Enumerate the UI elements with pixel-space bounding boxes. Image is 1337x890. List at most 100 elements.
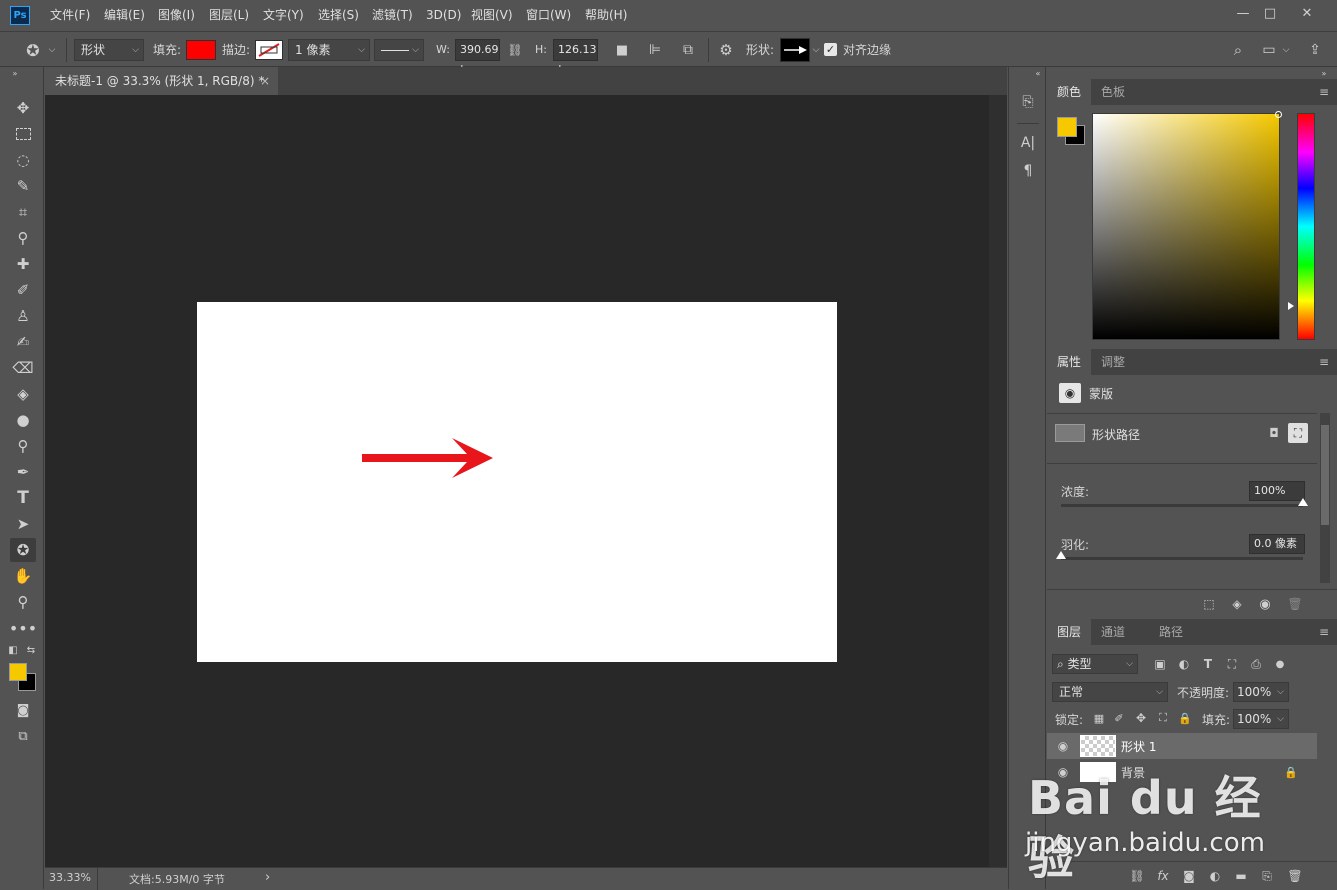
folder-icon[interactable]: ▬ [1231, 866, 1251, 886]
swap-colors-icon[interactable]: ⇆ [25, 644, 37, 656]
lock-pixels-icon[interactable]: ✐ [1111, 709, 1127, 727]
link-layers-icon[interactable]: ⛓ [1127, 866, 1147, 886]
red-arrow-shape[interactable] [362, 438, 493, 478]
menu-edit[interactable]: 编辑(E) [104, 0, 145, 31]
menu-help[interactable]: 帮助(H) [585, 0, 627, 31]
restore-button[interactable]: □ [1258, 4, 1282, 22]
opacity-field[interactable]: 100% ⌵ [1233, 682, 1289, 702]
crop-tool-icon[interactable]: ⌗ [10, 200, 36, 224]
properties-scrollbar[interactable] [1320, 413, 1330, 583]
color-picker-field[interactable] [1092, 111, 1282, 340]
trash-icon[interactable]: 🗑 [1285, 594, 1305, 614]
blend-mode-select[interactable]: 正常 ⌵ [1052, 682, 1168, 702]
healing-brush-tool-icon[interactable]: ✚ [10, 252, 36, 276]
eye-icon[interactable]: ◉ [1255, 594, 1275, 614]
path-alignment-icon[interactable]: ⊫ [646, 39, 664, 61]
menu-image[interactable]: 图像(I) [158, 0, 195, 31]
collapse-toolbar-icon[interactable]: » [8, 67, 22, 79]
tab-properties[interactable]: 属性 [1047, 349, 1092, 375]
path-arrangement-icon[interactable]: ⧉ [678, 39, 698, 61]
foreground-color-swatch[interactable] [9, 663, 27, 681]
add-vector-mask-icon[interactable]: ⛶ [1288, 423, 1308, 443]
paint-bucket-tool-icon[interactable]: ◈ [10, 382, 36, 406]
image-filter-icon[interactable]: ▣ [1151, 654, 1169, 674]
shape-path-thumbnail[interactable] [1055, 424, 1085, 442]
share-icon[interactable]: ⇪ [1304, 39, 1326, 61]
layer-row-shape-1[interactable]: ◉ 形状 1 [1047, 733, 1317, 759]
minimize-button[interactable]: — [1231, 4, 1255, 22]
type-tool-icon[interactable]: T [10, 486, 36, 510]
eyedropper-tool-icon[interactable]: ⚲ [10, 226, 36, 250]
adjustment-layer-icon[interactable]: ◐ [1205, 866, 1225, 886]
lock-artboard-icon[interactable]: ⛶ [1155, 709, 1171, 727]
tab-swatches[interactable]: 色板 [1091, 79, 1135, 105]
chevron-down-icon[interactable]: ⌵ [810, 39, 822, 61]
panel-menu-icon[interactable]: ≡ [1319, 85, 1329, 99]
layer-style-icon[interactable]: fx [1153, 866, 1173, 886]
pen-tool-icon[interactable]: ✒ [10, 460, 36, 484]
tab-paths[interactable]: 路径 [1149, 619, 1193, 645]
dodge-tool-icon[interactable]: ⚲ [10, 434, 36, 458]
zoom-level[interactable]: 33.33% [49, 871, 91, 884]
align-edges-checkbox[interactable]: ✓ [824, 43, 837, 56]
menu-layer[interactable]: 图层(L) [209, 0, 249, 31]
type-filter-icon[interactable]: T [1199, 654, 1217, 674]
stroke-width-select[interactable]: 1 像素 ⌵ [288, 39, 370, 61]
hand-tool-icon[interactable]: ✋ [10, 564, 36, 588]
eraser-tool-icon[interactable]: ⌫ [10, 356, 36, 380]
path-operations-icon[interactable]: ■ [613, 39, 631, 61]
lock-all-icon[interactable]: 🔒 [1177, 709, 1193, 727]
load-selection-icon[interactable]: ⬚ [1199, 594, 1219, 614]
panel-foreground-color[interactable] [1057, 117, 1077, 137]
feather-slider-handle[interactable] [1056, 551, 1066, 559]
panel-menu-icon[interactable]: ≡ [1319, 625, 1329, 639]
menu-view[interactable]: 视图(V) [471, 0, 513, 31]
trash-icon[interactable]: 🗑 [1285, 866, 1305, 886]
apply-mask-icon[interactable]: ◈ [1227, 594, 1247, 614]
panel-menu-icon[interactable]: ≡ [1319, 355, 1329, 369]
tab-layers[interactable]: 图层 [1047, 619, 1092, 645]
document-info[interactable]: 文档:5.93M/0 字节 [129, 871, 225, 887]
height-field[interactable]: 126.13 | [553, 39, 598, 76]
menu-filter[interactable]: 滤镜(T) [372, 0, 413, 31]
custom-shape-tool-icon[interactable]: ✪ [10, 538, 36, 562]
quick-mask-icon[interactable]: ◙ [10, 698, 36, 722]
menu-window[interactable]: 窗口(W) [526, 0, 571, 31]
lasso-tool-icon[interactable]: ◌ [10, 148, 36, 172]
layer-fill-field[interactable]: 100% ⌵ [1233, 709, 1289, 729]
close-tab-icon[interactable]: × [260, 67, 270, 95]
document-tab[interactable]: 未标题-1 @ 33.3% (形状 1, RGB/8) * × [45, 67, 278, 95]
hue-slider-handle[interactable] [1288, 302, 1294, 310]
history-panel-icon[interactable]: ⎘ [1017, 91, 1039, 113]
add-mask-icon[interactable]: ◙ [1179, 866, 1199, 886]
tab-adjustments[interactable]: 调整 [1091, 349, 1135, 375]
menu-file[interactable]: 文件(F) [50, 0, 90, 31]
feather-field[interactable]: 0.0 像素 [1249, 534, 1305, 554]
new-layer-icon[interactable]: ⎘ [1257, 866, 1277, 886]
collapse-dock-icon[interactable]: » [1317, 67, 1331, 79]
brush-tool-icon[interactable]: ✐ [10, 278, 36, 302]
document-canvas[interactable] [197, 302, 837, 662]
zoom-tool-icon[interactable]: ⚲ [10, 590, 36, 614]
tab-channels[interactable]: 通道 [1091, 619, 1135, 645]
history-brush-tool-icon[interactable]: ✍ [10, 330, 36, 354]
paragraph-panel-icon[interactable]: ¶ [1017, 160, 1039, 182]
eye-icon[interactable]: ◉ [1053, 737, 1073, 755]
smart-object-filter-icon[interactable]: ⎙ [1247, 654, 1265, 674]
move-tool-icon[interactable]: ✥ [10, 96, 36, 120]
default-colors-icon[interactable]: ◧ [7, 644, 19, 656]
path-selection-tool-icon[interactable]: ➤ [10, 512, 36, 536]
more-tools-icon[interactable]: ••• [9, 616, 37, 640]
lock-position-icon[interactable]: ✥ [1133, 709, 1149, 727]
chevron-down-icon[interactable]: ⌵ [1280, 39, 1292, 61]
shape-picker[interactable] [780, 38, 810, 62]
collapse-strip-icon[interactable]: « [1031, 67, 1045, 79]
layer-filter-select[interactable]: ⌕ 类型 ⌵ [1052, 654, 1138, 674]
density-field[interactable]: 100% [1249, 481, 1305, 501]
color-picker-handle[interactable] [1275, 111, 1282, 118]
menu-type[interactable]: 文字(Y) [263, 0, 304, 31]
quick-selection-tool-icon[interactable]: ✎ [10, 174, 36, 198]
tool-preset-chevron-icon[interactable]: ⌵ [46, 39, 58, 61]
lock-transparent-icon[interactable]: ▦ [1091, 709, 1107, 727]
layer-name[interactable]: 形状 1 [1121, 738, 1156, 755]
